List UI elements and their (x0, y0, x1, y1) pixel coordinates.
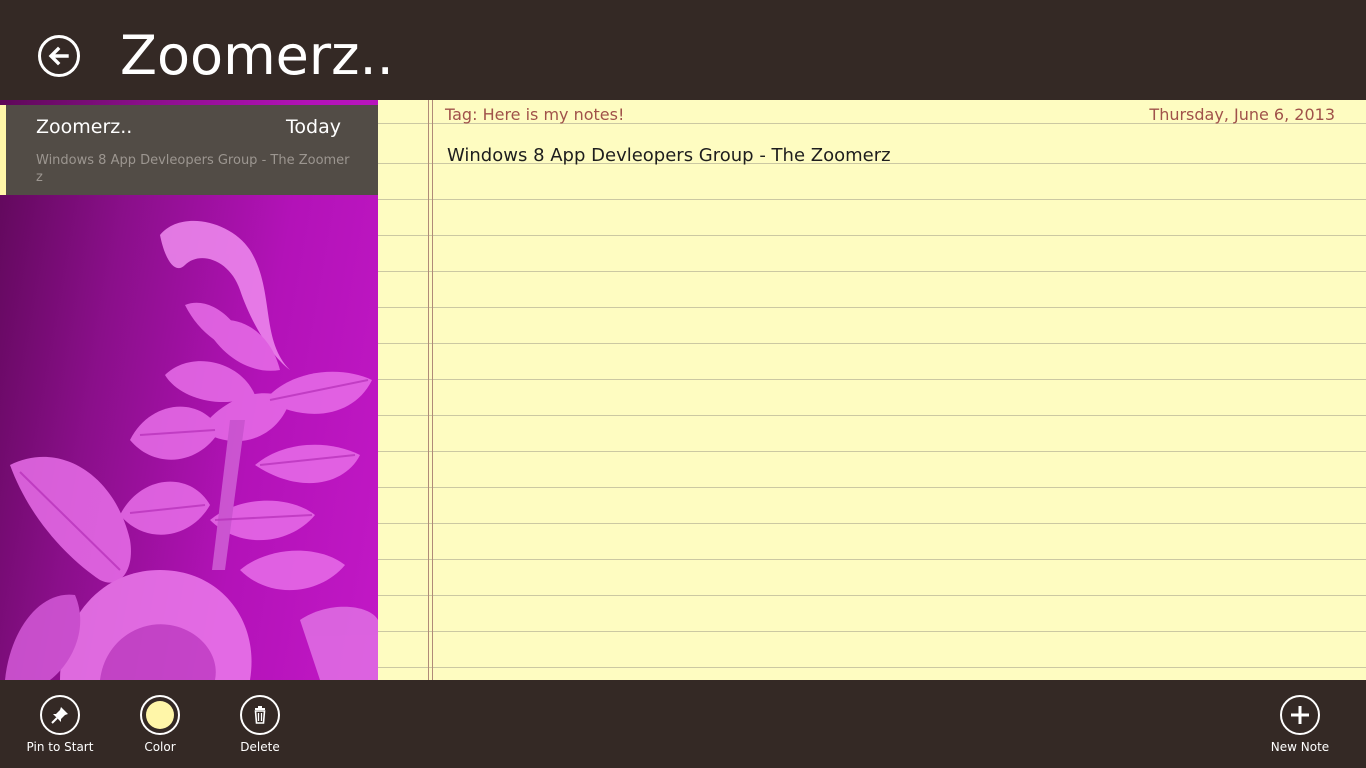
note-list-item-preview: Windows 8 App Devleopers Group - The Zoo… (36, 153, 350, 185)
ruled-lines (378, 100, 1366, 680)
notes-list-pane: Zoomerz.. Today Windows 8 App Devleopers… (0, 100, 378, 680)
pin-to-start-button[interactable]: Pin to Start (10, 695, 110, 765)
new-note-button-circle (1280, 695, 1320, 735)
color-swatch-icon (146, 701, 174, 729)
margin-line (428, 100, 429, 680)
back-arrow-icon (48, 46, 69, 66)
note-list-item[interactable]: Zoomerz.. Today Windows 8 App Devleopers… (0, 105, 378, 195)
note-body-text[interactable]: Windows 8 App Devleopers Group - The Zoo… (447, 145, 891, 166)
color-button-circle (140, 695, 180, 735)
header: Zoomerz.. (0, 0, 1366, 100)
new-note-label: New Note (1270, 740, 1330, 754)
plus-icon (1291, 706, 1309, 724)
note-list-item-date: Today (286, 116, 341, 138)
pin-to-start-label: Pin to Start (26, 740, 94, 754)
margin-line (432, 100, 433, 680)
note-tag[interactable]: Tag: Here is my notes! (445, 105, 624, 124)
app-bar: Pin to Start Color Delete New Note (0, 680, 1366, 768)
back-button[interactable] (38, 35, 80, 77)
trash-icon (254, 706, 266, 724)
note-list-item-title: Zoomerz.. (36, 116, 133, 138)
pin-icon (51, 707, 68, 724)
page-title: Zoomerz.. (120, 24, 394, 87)
pin-button-circle (40, 695, 80, 735)
note-date: Thursday, June 6, 2013 (1149, 105, 1335, 124)
delete-label: Delete (240, 740, 280, 754)
color-button[interactable]: Color (110, 695, 210, 765)
delete-button-circle (240, 695, 280, 735)
new-note-button[interactable]: New Note (1250, 695, 1350, 765)
delete-button[interactable]: Delete (210, 695, 310, 765)
color-label: Color (144, 740, 176, 754)
note-editor[interactable]: Tag: Here is my notes! Thursday, June 6,… (378, 100, 1366, 680)
